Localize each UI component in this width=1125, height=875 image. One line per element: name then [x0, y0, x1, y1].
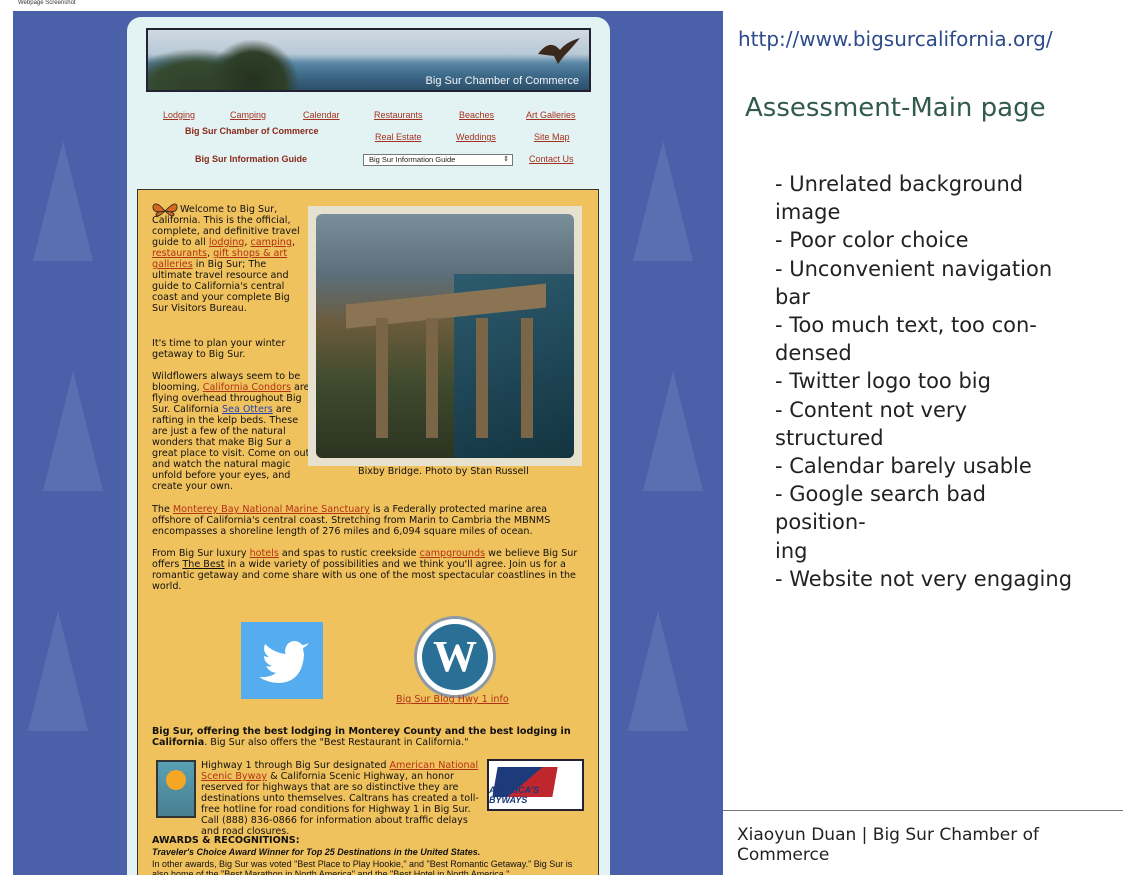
byways-logo-text: AMERICA'S BYWAYS — [489, 785, 540, 805]
nav-real-estate[interactable]: Real Estate — [375, 132, 422, 142]
nav-beaches[interactable]: Beaches — [459, 110, 494, 120]
bixby-bridge-photo — [308, 206, 582, 466]
background-tree-icon — [33, 141, 93, 261]
nav-lodging[interactable]: Lodging — [163, 110, 195, 120]
wildflowers-text-3: are rafting in the kelp beds. These are … — [152, 404, 310, 492]
link-restaurants[interactable]: restaurants — [152, 248, 207, 259]
site-banner[interactable]: Big Sur Chamber of Commerce — [146, 28, 591, 92]
site-url: http://www.bigsurcalifornia.org/ — [738, 27, 1053, 51]
assessment-item: - Unrelated background image — [775, 172, 1024, 225]
assessment-item: - Unconvenient navigation bar — [775, 256, 1053, 309]
monterey-paragraph: The Monterey Bay National Marine Sanctua… — [152, 504, 588, 537]
guide-select[interactable]: Big Sur Information Guide ⇕ — [363, 154, 513, 166]
photo-bridge-pier — [521, 318, 533, 438]
assessment-item: - Content not very structured — [775, 397, 967, 450]
best-lodging-rest: . Big Sur also offers the "Best Restaura… — [204, 737, 469, 748]
link-condors[interactable]: California Condors — [203, 382, 291, 393]
assessment-item: - Poor color choice — [775, 228, 969, 253]
nav-calendar[interactable]: Calendar — [303, 110, 340, 120]
screenshot-caption: Webpage Screenshot — [18, 0, 76, 6]
link-hotels[interactable]: hotels — [250, 548, 279, 559]
twitter-logo-button[interactable] — [241, 622, 323, 699]
background-tree-icon — [633, 141, 693, 261]
link-lodging[interactable]: lodging — [209, 237, 245, 248]
assessment-item: ing — [775, 538, 808, 563]
assessment-item: - Twitter logo too big — [775, 369, 991, 394]
awards-title: AWARDS & RECOGNITIONS: — [152, 835, 300, 846]
luxury-text-2: and spas to rustic creekside — [281, 548, 417, 559]
assessment-item: - Calendar barely usable — [775, 454, 1032, 479]
photo-bridge-pier — [476, 318, 488, 438]
photo-caption: Bixby Bridge. Photo by Stan Russell — [358, 466, 529, 477]
link-campgrounds[interactable]: campgrounds — [420, 548, 486, 559]
twitter-bird-icon — [259, 641, 309, 683]
banner-cliffs — [208, 40, 298, 90]
nav-label-guide: Big Sur Information Guide — [195, 154, 307, 164]
awards-italic: Traveler's Choice Award Winner for Top 2… — [152, 847, 481, 857]
best-lodging-paragraph: Big Sur, offering the best lodging in Mo… — [152, 726, 588, 748]
highway-text: Highway 1 through Big Sur designated — [201, 760, 387, 771]
blog-link[interactable]: Big Sur Blog Hwy 1 info — [396, 694, 509, 705]
chevron-updown-icon: ⇕ — [503, 156, 509, 163]
nav-site-map[interactable]: Site Map — [534, 132, 570, 142]
background-tree-icon — [28, 611, 88, 731]
luxury-paragraph: From Big Sur luxury hotels and spas to r… — [152, 548, 588, 592]
link-camping[interactable]: camping — [251, 237, 292, 248]
photo-bridge-pier — [426, 318, 438, 438]
slide-footer: Xiaoyun Duan | Big Sur Chamber of Commer… — [737, 825, 1039, 865]
awards-text: In other awards, Big Sur was voted "Best… — [152, 859, 573, 875]
assessment-item: densed — [775, 341, 852, 366]
bridge-image — [316, 214, 574, 458]
background-tree-icon — [643, 371, 703, 491]
slide: Webpage Screenshot Big Sur Chamber of Co… — [0, 0, 1125, 875]
nav-label-chamber: Big Sur Chamber of Commerce — [185, 126, 319, 136]
assessment-item: - Too much text, too con- — [775, 313, 1037, 338]
link-the-best[interactable]: The Best — [182, 559, 224, 570]
americas-byways-logo[interactable]: AMERICA'S BYWAYS — [487, 759, 584, 811]
nav-art-galleries[interactable]: Art Galleries — [526, 110, 576, 120]
wordpress-logo-button[interactable]: W — [414, 616, 496, 698]
luxury-text: From Big Sur luxury — [152, 548, 247, 559]
assessment-list: - Unrelated background image - Poor colo… — [775, 170, 1075, 593]
background-tree-icon — [43, 371, 103, 491]
link-monterey-bay[interactable]: Monterey Bay National Marine Sanctuary — [173, 504, 370, 515]
photo-bridge-pier — [376, 318, 388, 438]
site-page: Big Sur Chamber of Commerce Lodging Camp… — [127, 17, 610, 875]
link-sea-otters[interactable]: Sea Otters — [222, 404, 273, 415]
background-tree-icon — [628, 611, 688, 731]
assessment-item: - Google search bad position- — [775, 482, 986, 535]
monterey-text: The — [152, 504, 170, 515]
website-screenshot: Big Sur Chamber of Commerce Lodging Camp… — [13, 11, 723, 875]
wordpress-icon: W — [422, 624, 488, 690]
footer-divider — [723, 810, 1123, 811]
condor-icon — [538, 38, 580, 64]
slide-heading: Assessment-Main page — [745, 93, 1046, 123]
nav-camping[interactable]: Camping — [230, 110, 266, 120]
assessment-item: - Website not very engaging — [775, 566, 1073, 591]
main-content: Welcome to Big Sur, California. This is … — [137, 189, 599, 875]
nav-restaurants[interactable]: Restaurants — [374, 110, 423, 120]
nav-weddings[interactable]: Weddings — [456, 132, 496, 142]
california-poppy-logo — [156, 760, 196, 818]
banner-title: Big Sur Chamber of Commerce — [425, 75, 579, 87]
wildflowers-paragraph: Wildflowers always seem to be blooming, … — [152, 371, 312, 492]
guide-select-value: Big Sur Information Guide — [369, 155, 456, 164]
nav-contact-us[interactable]: Contact Us — [529, 154, 574, 164]
welcome-paragraph: Welcome to Big Sur, California. This is … — [152, 204, 300, 314]
winter-paragraph: It's time to plan your winter getaway to… — [152, 338, 286, 360]
highway-paragraph: Highway 1 through Big Sur designated Ame… — [201, 760, 486, 837]
poppy-flower-icon — [166, 770, 186, 790]
